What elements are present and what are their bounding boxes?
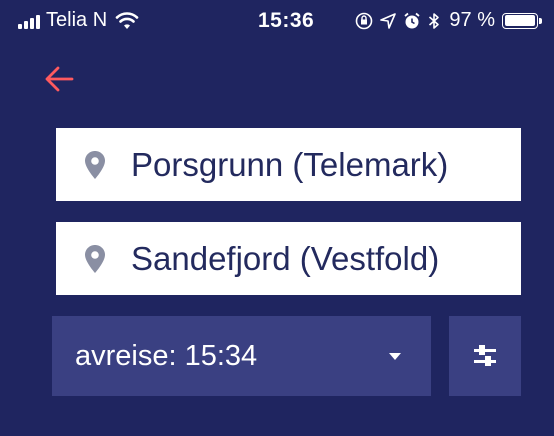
status-bar-left: Telia N xyxy=(18,9,139,32)
chevron-down-icon xyxy=(389,353,401,360)
orientation-lock-icon xyxy=(356,12,373,29)
filter-sliders-icon xyxy=(474,345,496,366)
signal-icon xyxy=(18,13,40,29)
from-location-field[interactable]: Porsgrunn (Telemark) xyxy=(56,128,521,201)
wifi-icon xyxy=(115,11,139,29)
arrow-left-icon[interactable] xyxy=(42,62,76,96)
status-time: 15:36 xyxy=(258,9,315,32)
location-pin-icon xyxy=(85,150,105,179)
location-icon xyxy=(380,12,397,29)
alarm-icon xyxy=(404,12,420,28)
filter-button[interactable] xyxy=(449,316,521,396)
status-bar-right: 97 % xyxy=(355,9,542,32)
from-location-text: Porsgrunn (Telemark) xyxy=(131,145,449,183)
to-location-field[interactable]: Sandefjord (Vestfold) xyxy=(56,222,521,295)
departure-time-label: avreise: 15:34 xyxy=(75,339,258,372)
bluetooth-icon xyxy=(429,12,440,29)
carrier-name: Telia N xyxy=(46,9,108,31)
battery-icon xyxy=(502,12,542,29)
to-location-text: Sandefjord (Vestfold) xyxy=(131,239,440,277)
battery-level xyxy=(504,15,535,26)
departure-time-select[interactable]: avreise: 15:34 xyxy=(52,316,431,396)
battery-percent: 97 % xyxy=(449,9,495,31)
location-pin-icon xyxy=(85,244,105,273)
status-bar: Telia N 15:36 97 % xyxy=(0,0,554,44)
